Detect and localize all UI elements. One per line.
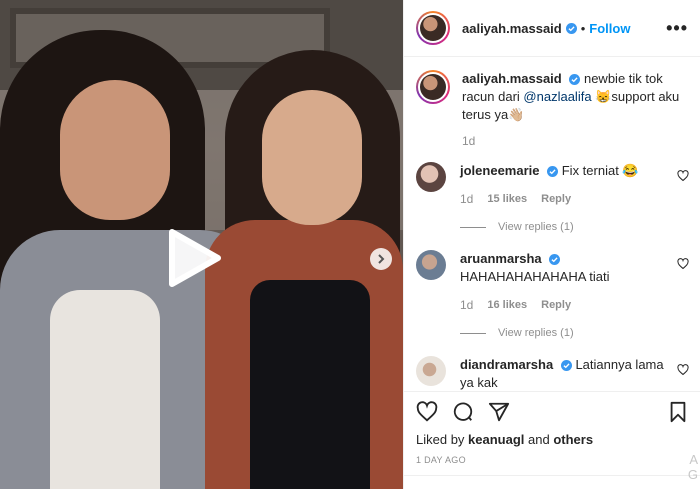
view-replies-button[interactable]: View replies (1) [460, 324, 665, 342]
comment-username[interactable]: diandramarsha [460, 357, 553, 372]
liked-by-and: and [524, 432, 554, 447]
caption-mention-link[interactable]: @nazlaalifa [523, 89, 591, 104]
person-right-face [262, 90, 362, 225]
comment-item: joleneemarie Fix terniat 😂 1d 15 likes R… [416, 162, 689, 236]
watermark-text: A G [687, 452, 698, 482]
verified-badge-icon [549, 254, 561, 266]
person-left-face [60, 80, 170, 220]
comment-item: aruanmarsha HAHAHAHAHAHAHA tiati 1d 16 l… [416, 250, 689, 342]
comment-avatar[interactable] [416, 250, 446, 280]
caption-username[interactable]: aaliyah.massaid [462, 71, 562, 86]
caption-author-avatar[interactable] [416, 70, 450, 104]
share-icon[interactable] [488, 401, 510, 423]
post-header: aaliyah.massaid • Follow ••• [404, 0, 700, 57]
author-avatar[interactable] [416, 11, 450, 45]
post-media[interactable] [0, 0, 403, 489]
post-date[interactable]: 1 DAY AGO [416, 455, 466, 465]
comment-heart-icon[interactable] [677, 364, 689, 376]
view-replies-label: View replies (1) [498, 221, 574, 233]
liked-by-prefix: Liked by [416, 432, 469, 447]
liked-by-others[interactable]: others [553, 432, 593, 447]
comment-avatar[interactable] [416, 162, 446, 192]
comment-reply-button[interactable]: Reply [541, 296, 571, 314]
comment-text: Fix terniat 😂 [558, 163, 639, 178]
comment-icon[interactable] [452, 401, 474, 423]
post-actions-bar [404, 391, 700, 431]
play-icon[interactable] [164, 228, 224, 288]
comment-text: HAHAHAHAHAHAHA tiati [460, 269, 610, 284]
person-right-top [250, 280, 370, 489]
comments-list[interactable]: aaliyah.massaid newbie tik tok racun dar… [404, 58, 700, 391]
heart-icon[interactable] [416, 400, 438, 423]
bookmark-icon[interactable] [667, 401, 689, 423]
comment-likes[interactable]: 15 likes [487, 190, 527, 208]
add-comment-bar[interactable] [404, 475, 700, 489]
post-side-panel: aaliyah.massaid • Follow ••• aaliyah.mas… [403, 0, 700, 489]
verified-badge-icon [565, 22, 577, 34]
follow-button[interactable]: Follow [589, 21, 630, 36]
verified-badge-icon [560, 360, 572, 372]
verified-badge-icon [569, 74, 581, 86]
view-replies-button[interactable]: View replies (1) [460, 218, 665, 236]
comment-time[interactable]: 1d [460, 190, 473, 208]
comment-username[interactable]: joleneemarie [460, 163, 540, 178]
next-arrow-icon[interactable] [370, 248, 392, 270]
liked-by-user[interactable]: keanuagl [468, 432, 524, 447]
comment-likes[interactable]: 16 likes [487, 296, 527, 314]
comment-heart-icon[interactable] [677, 170, 689, 182]
person-left-top [50, 290, 160, 489]
verified-badge-icon [547, 166, 559, 178]
comment-time[interactable]: 1d [460, 296, 473, 314]
replies-divider [460, 226, 486, 228]
replies-divider [460, 332, 486, 334]
post-caption: aaliyah.massaid newbie tik tok racun dar… [416, 70, 689, 124]
comment-heart-icon[interactable] [677, 258, 689, 270]
more-options-icon[interactable]: ••• [666, 18, 688, 39]
comment-reply-button[interactable]: Reply [541, 190, 571, 208]
liked-by-summary: Liked by keanuagl and others [416, 432, 593, 447]
author-username[interactable]: aaliyah.massaid [462, 21, 562, 36]
caption-time[interactable]: 1d [462, 134, 689, 148]
comment-username[interactable]: aruanmarsha [460, 251, 542, 266]
view-replies-label: View replies (1) [498, 327, 574, 339]
separator-dot: • [580, 20, 586, 36]
comment-item: diandramarsha Latiannya lama ya kak [416, 356, 689, 391]
comment-avatar[interactable] [416, 356, 446, 386]
